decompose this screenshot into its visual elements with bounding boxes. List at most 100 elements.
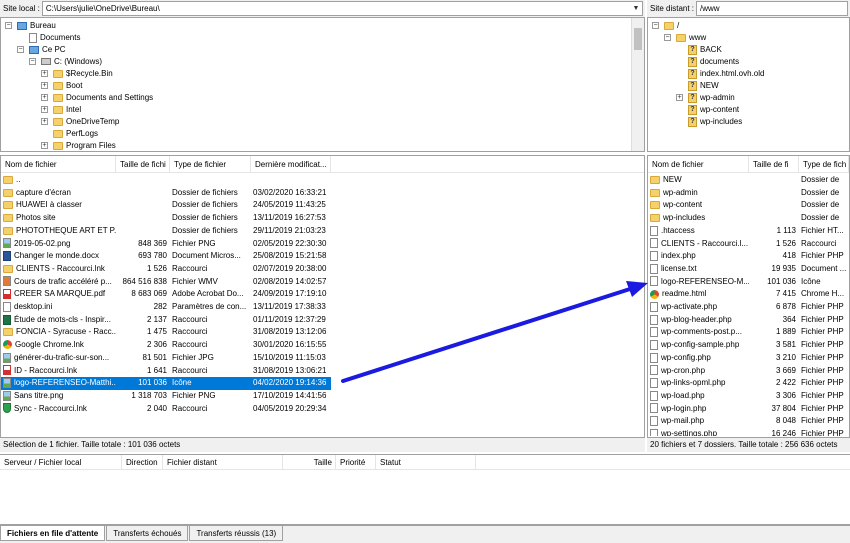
type-text: Document Micros... xyxy=(172,251,241,261)
remote-path-combobox[interactable]: /www xyxy=(696,1,848,16)
folder-icon xyxy=(53,141,63,150)
local-file-row[interactable]: Photos site Dossier de fichiers 13/11/2019… xyxy=(1,212,331,225)
expand-icon[interactable]: + xyxy=(676,94,683,101)
column-header-size[interactable]: Taille de fichi xyxy=(116,156,170,173)
document-icon xyxy=(29,32,37,43)
local-file-row[interactable]: 2019-05-02.png 848 369 Fichier PNG 02/05/20… xyxy=(1,238,331,251)
local-tree-item[interactable]: Bureau xyxy=(17,20,56,32)
remote-tree-item[interactable]: ? wp-admin xyxy=(688,92,735,104)
tab-queued-files[interactable]: Fichiers en file d'attente xyxy=(0,526,106,541)
local-tree-item[interactable]: Boot xyxy=(53,80,82,92)
column-header-type[interactable]: Type de fich xyxy=(799,156,849,173)
column-header-server-local-file[interactable]: Serveur / Fichier local xyxy=(0,455,122,470)
expand-icon[interactable]: + xyxy=(41,142,48,149)
remote-tree-item[interactable]: ? BACK xyxy=(688,44,722,56)
column-header-modified[interactable]: Dernière modificat... xyxy=(251,156,331,173)
remote-file-row[interactable]: wp-mail.php 8 048 Fichier PHP xyxy=(648,415,849,428)
remote-tree-item[interactable]: / xyxy=(664,20,679,32)
remote-file-row[interactable]: license.txt 19 935 Document ... xyxy=(648,263,849,276)
tab-successful-transfers[interactable]: Transferts réussis (13) xyxy=(189,526,284,541)
column-header-filename[interactable]: Nom de fichier xyxy=(1,156,116,173)
expand-icon[interactable]: + xyxy=(41,106,48,113)
column-header-size[interactable]: Taille de fi xyxy=(749,156,799,173)
local-file-row[interactable]: PHOTOTHEQUE ART ET P... Dossier de fichie… xyxy=(1,225,331,238)
column-header-size[interactable]: Taille xyxy=(283,455,336,470)
column-header-status[interactable]: Statut xyxy=(376,455,476,470)
expand-icon[interactable]: + xyxy=(41,118,48,125)
column-header-remote-file[interactable]: Fichier distant xyxy=(163,455,283,470)
cell-name: .. xyxy=(1,174,116,187)
remote-tree-item[interactable]: ? NEW xyxy=(688,80,719,92)
remote-file-row[interactable]: wp-load.php 3 306 Fichier PHP xyxy=(648,390,849,403)
collapse-icon[interactable]: − xyxy=(5,22,12,29)
remote-file-row[interactable]: wp-config-sample.php 3 581 Fichier PHP xyxy=(648,339,849,352)
local-file-row[interactable]: Cours de trafic accéléré p... 864 516 838… xyxy=(1,276,331,289)
column-header-priority[interactable]: Priorité xyxy=(336,455,376,470)
remote-file-row[interactable]: wp-admin Dossier de xyxy=(648,187,849,200)
local-file-row[interactable]: ID - Raccourci.lnk 1 641 Raccourci 31/08/20… xyxy=(1,365,331,378)
collapse-icon[interactable]: − xyxy=(17,46,24,53)
expand-icon[interactable]: + xyxy=(41,82,48,89)
local-tree-item[interactable]: Documents and Settings xyxy=(53,92,153,104)
remote-tree-item[interactable]: ? wp-includes xyxy=(688,116,742,128)
remote-tree-item[interactable]: ? documents xyxy=(688,56,739,68)
local-file-row[interactable]: FONCIA - Syracuse - Racc... 1 475 Raccourc… xyxy=(1,326,331,339)
remote-file-row[interactable]: wp-activate.php 6 878 Fichier PHP xyxy=(648,301,849,314)
remote-file-row[interactable]: wp-content Dossier de xyxy=(648,199,849,212)
remote-file-row[interactable]: wp-comments-post.p... 1 889 Fichier PHP xyxy=(648,326,849,339)
local-tree-item[interactable]: Intel xyxy=(53,104,81,116)
remote-file-row[interactable]: wp-config.php 3 210 Fichier PHP xyxy=(648,352,849,365)
local-file-row[interactable]: Changer le monde.docx 693 780 Document Mic… xyxy=(1,250,331,263)
local-tree-scrollbar[interactable] xyxy=(631,18,644,151)
document-icon xyxy=(650,428,658,436)
collapse-icon[interactable]: − xyxy=(29,58,36,65)
remote-file-row[interactable]: CLIENTS - Raccourci.l... 1 526 Raccourci xyxy=(648,238,849,251)
column-header-type[interactable]: Type de fichier xyxy=(170,156,251,173)
local-file-row[interactable]: Sans titre.png 1 318 703 Fichier PNG 17/10/… xyxy=(1,390,331,403)
remote-tree-item[interactable]: www xyxy=(676,32,706,44)
local-file-row[interactable]: Sync - Raccourci.lnk 2 040 Raccourci 04/05/… xyxy=(1,403,331,416)
local-file-row[interactable]: CLIENTS - Raccourci.lnk 1 526 Raccourci 02/… xyxy=(1,263,331,276)
tab-failed-transfers[interactable]: Transferts échoués xyxy=(106,526,189,541)
remote-file-row[interactable]: index.php 418 Fichier PHP xyxy=(648,250,849,263)
chevron-down-icon[interactable]: ▼ xyxy=(631,2,641,15)
expand-icon[interactable]: + xyxy=(41,70,48,77)
local-file-row[interactable]: Google Chrome.lnk 2 306 Raccourci 30/01/202… xyxy=(1,339,331,352)
remote-file-row[interactable]: .htaccess 1 113 Fichier HT... xyxy=(648,225,849,238)
local-file-row[interactable]: générer-du-trafic-sur-son... 81 501 Fichie… xyxy=(1,352,331,365)
local-tree-item[interactable]: Program Files xyxy=(53,140,116,151)
collapse-icon[interactable]: − xyxy=(664,34,671,41)
local-file-row[interactable]: Étude de mots-cls - Inspir... 2 137 Raccou… xyxy=(1,314,331,327)
remote-file-row[interactable]: logo-REFERENSEO-M... 101 036 Icône xyxy=(648,276,849,289)
remote-file-row[interactable]: wp-login.php 37 804 Fichier PHP xyxy=(648,403,849,416)
local-path-combobox[interactable]: C:\Users\julie\OneDrive\Bureau\ ▼ xyxy=(41,1,643,16)
remote-file-row[interactable]: wp-settings.php 16 246 Fichier PHP xyxy=(648,428,849,436)
local-tree-item[interactable]: $Recycle.Bin xyxy=(53,68,113,80)
expand-icon[interactable]: + xyxy=(41,94,48,101)
tree-item-label: / xyxy=(677,21,680,30)
local-file-row[interactable]: desktop.ini 282 Paramètres de con... 13/11/… xyxy=(1,301,331,314)
remote-file-row[interactable]: wp-links-opml.php 2 422 Fichier PHP xyxy=(648,377,849,390)
remote-file-row[interactable]: readme.html 7 415 Chrome H... xyxy=(648,288,849,301)
remote-file-row[interactable]: wp-blog-header.php 364 Fichier PHP xyxy=(648,314,849,327)
remote-tree-item[interactable]: ? index.html.ovh.old xyxy=(688,68,764,80)
local-file-row[interactable]: .. xyxy=(1,174,331,187)
remote-tree-item[interactable]: ? wp-content xyxy=(688,104,739,116)
local-tree-item[interactable]: Ce PC xyxy=(29,44,66,56)
local-file-row[interactable]: logo-REFERENSEO-Matthi... 101 036 Icône 04/… xyxy=(1,377,331,390)
local-tree-item[interactable]: C: (Windows) xyxy=(41,56,102,68)
scrollbar-thumb[interactable] xyxy=(634,28,642,50)
local-tree-item[interactable]: PerfLogs xyxy=(53,128,98,140)
local-file-row[interactable]: HUAWEI à classer Dossier de fichiers 24/05… xyxy=(1,199,331,212)
local-tree-item[interactable]: OneDriveTemp xyxy=(53,116,119,128)
column-header-filename[interactable]: Nom de fichier xyxy=(648,156,749,173)
remote-file-row[interactable]: wp-cron.php 3 669 Fichier PHP xyxy=(648,365,849,378)
remote-file-row[interactable]: NEW Dossier de xyxy=(648,174,849,187)
collapse-icon[interactable]: − xyxy=(652,22,659,29)
size-text: 1 889 xyxy=(775,327,796,337)
local-file-row[interactable]: CREER SA MARQUE.pdf 8 683 069 Adobe Acroba… xyxy=(1,288,331,301)
remote-file-row[interactable]: wp-includes Dossier de xyxy=(648,212,849,225)
column-header-direction[interactable]: Direction xyxy=(122,455,163,470)
local-file-row[interactable]: capture d'écran Dossier de fichiers 03/02/… xyxy=(1,187,331,200)
local-tree-item[interactable]: Documents xyxy=(29,32,80,44)
